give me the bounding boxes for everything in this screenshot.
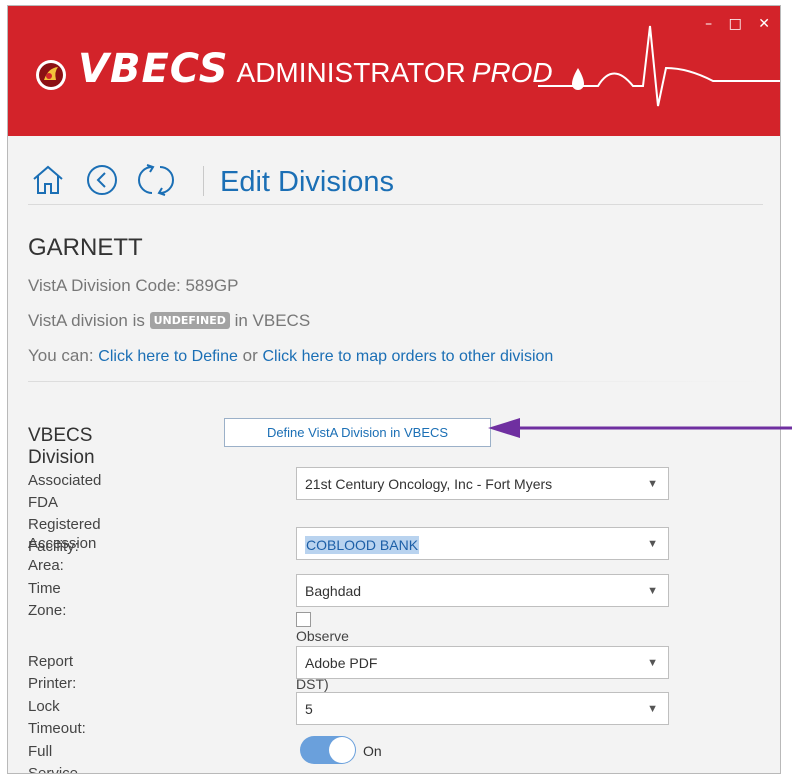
section-divider (28, 381, 766, 382)
dropdown-arrow-icon: ▼ (647, 657, 658, 669)
maximize-button[interactable]: □ (729, 16, 742, 32)
lock-timeout-select[interactable]: 5 ▼ (296, 692, 669, 725)
app-title: VBECS ADMINISTRATOR PROD (78, 46, 553, 92)
section-label: VBECS Division (28, 425, 95, 468)
accession-area-select[interactable]: COBLOOD BANK ▼ (296, 527, 669, 560)
dropdown-arrow-icon: ▼ (647, 478, 658, 490)
time-zone-value: Baghdad (305, 583, 362, 599)
nav-toolbar: Edit Divisions (28, 160, 763, 205)
dst-checkbox[interactable] (296, 612, 311, 627)
fda-facility-value: 21st Century Oncology, Inc - Fort Myers (305, 476, 553, 492)
refresh-icon[interactable] (136, 162, 176, 198)
lock-timeout-label: Lock Timeout: (28, 698, 86, 737)
app-logo-icon (36, 60, 66, 90)
status-badge: UNDEFINED (149, 312, 230, 329)
lock-timeout-value: 5 (305, 701, 313, 717)
division-name: GARNETT (28, 234, 143, 261)
full-service-label: Full Service Division: (28, 743, 79, 774)
status-suffix: in VBECS (234, 311, 311, 330)
accession-area-value: COBLOOD BANK (305, 536, 420, 554)
page-title: Edit Divisions (220, 166, 395, 198)
fda-facility-label-line1: Associated FDA Registered (28, 472, 102, 533)
actions-line: You can: Click here to Define or Click h… (28, 346, 553, 366)
dropdown-arrow-icon: ▼ (647, 703, 658, 715)
app-title-brand: VBECS (78, 46, 229, 92)
app-window: VBECS ADMINISTRATOR PROD – □ ✕ Edit Divisi… (7, 5, 781, 774)
define-division-button[interactable]: Define VistA Division in VBECS (224, 418, 491, 447)
dropdown-arrow-icon: ▼ (647, 585, 658, 597)
division-code: VistA Division Code: 589GP (28, 276, 239, 295)
minimize-button[interactable]: – (705, 16, 712, 32)
full-service-state: On (363, 743, 382, 759)
accession-area-label: Accession Area: (28, 535, 97, 574)
you-can-label: You can: (28, 346, 94, 365)
close-button[interactable]: ✕ (758, 16, 770, 32)
report-printer-value: Adobe PDF (305, 655, 378, 671)
window-controls: – □ ✕ (693, 16, 770, 32)
back-icon[interactable] (84, 162, 120, 198)
report-printer-label: Report Printer: (28, 653, 77, 692)
fda-facility-select[interactable]: 21st Century Oncology, Inc - Fort Myers … (296, 467, 669, 500)
app-title-name: ADMINISTRATOR (236, 57, 466, 88)
toggle-knob (329, 737, 355, 763)
define-link[interactable]: Click here to Define (98, 348, 238, 365)
division-status: VistA division is UNDEFINED in VBECS (28, 311, 310, 331)
title-bar: VBECS ADMINISTRATOR PROD – □ ✕ (8, 6, 780, 136)
status-prefix: VistA division is (28, 311, 145, 330)
or-text: or (242, 346, 258, 365)
home-icon[interactable] (30, 162, 66, 198)
map-orders-link[interactable]: Click here to map orders to other divisi… (263, 348, 554, 365)
time-zone-label: Time Zone: (28, 580, 67, 619)
toolbar-separator (203, 166, 204, 196)
time-zone-select[interactable]: Baghdad ▼ (296, 574, 669, 607)
full-service-toggle[interactable] (300, 736, 356, 764)
report-printer-select[interactable]: Adobe PDF ▼ (296, 646, 669, 679)
dropdown-arrow-icon: ▼ (647, 538, 658, 550)
